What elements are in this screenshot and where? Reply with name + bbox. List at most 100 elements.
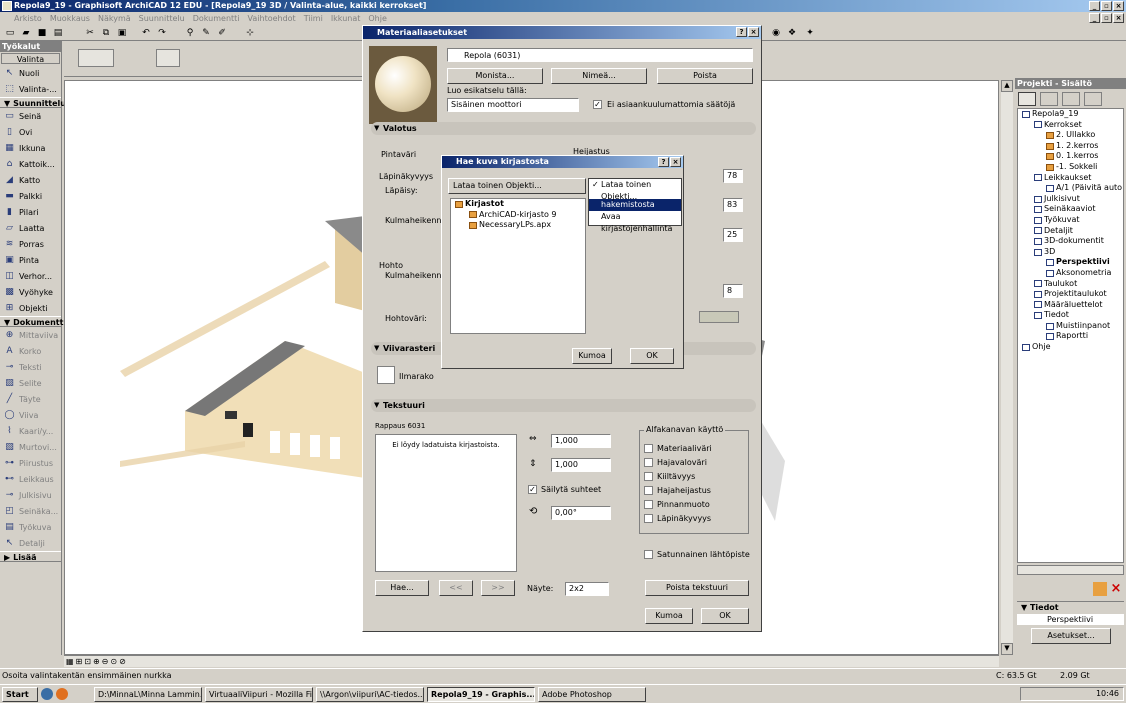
value-field-4[interactable]: 8 bbox=[723, 284, 743, 298]
tool-13[interactable]: ▩ Vyöhyke bbox=[0, 284, 61, 300]
tree-item[interactable]: 0. 1.kerros bbox=[1018, 151, 1123, 162]
zoom-toolbar[interactable]: ▦⊞⊡⊕⊖⊙⊘ bbox=[66, 657, 128, 666]
menu-ohje[interactable]: Ohje bbox=[368, 12, 387, 25]
tool-16[interactable]: A Korko bbox=[0, 343, 61, 359]
marquee-type-button[interactable] bbox=[78, 49, 114, 67]
tree-item[interactable]: Leikkaukset bbox=[1018, 173, 1123, 184]
prev-button[interactable]: << bbox=[439, 580, 473, 596]
tool-18[interactable]: ▨ Selite bbox=[0, 375, 61, 391]
alpha-checkbox[interactable] bbox=[644, 457, 653, 467]
layout-book-icon[interactable] bbox=[1062, 92, 1080, 106]
material-name-field[interactable]: Repola (6031) bbox=[447, 48, 753, 62]
load-object-dropdown[interactable]: Lataa toinen Objekti... bbox=[448, 178, 586, 194]
paste-icon[interactable]: ▣ bbox=[116, 27, 128, 39]
menu-arkisto[interactable]: Arkisto bbox=[14, 12, 42, 25]
tool-9[interactable]: ▱ Laatta bbox=[0, 220, 61, 236]
tree-item[interactable]: Määräluettelot bbox=[1018, 300, 1123, 311]
print-icon[interactable]: ▤ bbox=[52, 27, 64, 39]
taskbar-item[interactable]: \\Argon\viipuri\AC-tiedos... bbox=[316, 686, 424, 702]
texture-section[interactable]: Tekstuuri bbox=[371, 399, 756, 412]
tree-item[interactable]: Tiedot bbox=[1018, 310, 1123, 321]
random-start-checkbox[interactable] bbox=[644, 550, 653, 559]
duplicate-button[interactable]: Monista... bbox=[447, 68, 543, 84]
load-menu-item[interactable]: hakemistosta bbox=[589, 199, 681, 211]
tool-19[interactable]: ╱ Täyte bbox=[0, 391, 61, 407]
menu-dokumentti[interactable]: Dokumentti bbox=[193, 12, 240, 25]
tree-item[interactable]: Kerrokset bbox=[1018, 120, 1123, 131]
tree-item[interactable]: Raportti bbox=[1018, 331, 1123, 342]
tool-7[interactable]: ▬ Palkki bbox=[0, 188, 61, 204]
tool-28[interactable]: ↖ Detalji bbox=[0, 535, 61, 551]
tool-5[interactable]: ⌂ Kattoik... bbox=[0, 156, 61, 172]
taskbar-item[interactable]: D:\MinnaL\Minna Lammin... bbox=[94, 686, 202, 702]
library-tree-item[interactable]: ArchiCAD-kirjasto 9 bbox=[451, 210, 585, 221]
alpha-option[interactable]: Kiiltävyys bbox=[644, 469, 748, 483]
library-help-button[interactable]: ? bbox=[658, 157, 669, 167]
tree-item[interactable]: Julkisivut bbox=[1018, 194, 1123, 205]
start-button[interactable]: Start bbox=[2, 686, 38, 702]
tool-17[interactable]: ⊸ Teksti bbox=[0, 359, 61, 375]
tool-27[interactable]: ▤ Työkuva bbox=[0, 519, 61, 535]
alpha-option[interactable]: Läpinäkyvyys bbox=[644, 511, 748, 525]
rename-button[interactable]: Nimeä... bbox=[551, 68, 647, 84]
ignore-checkbox[interactable]: ✓ bbox=[593, 100, 602, 109]
tree-item[interactable]: Seinäkaaviot bbox=[1018, 204, 1123, 215]
tree-item[interactable]: Repola9_19 bbox=[1018, 109, 1123, 120]
hatch-swatch[interactable] bbox=[377, 366, 395, 384]
menu-suunnittelu[interactable]: Suunnittelu bbox=[139, 12, 185, 25]
alpha-option[interactable]: Materiaaliväri bbox=[644, 441, 748, 455]
tree-item[interactable]: Aksonometria bbox=[1018, 268, 1123, 279]
tool-22[interactable]: ▧ Murtovi... bbox=[0, 439, 61, 455]
tool-4[interactable]: ▦ Ikkuna bbox=[0, 140, 61, 156]
taskbar-item[interactable]: Repola9_19 - Graphis... bbox=[427, 686, 535, 702]
library-ok-button[interactable]: OK bbox=[630, 348, 674, 364]
walk-icon[interactable]: ✦ bbox=[804, 27, 816, 39]
alpha-checkbox[interactable] bbox=[644, 443, 653, 453]
tree-item[interactable]: Detaljit bbox=[1018, 226, 1123, 237]
settings-button[interactable]: Asetukset... bbox=[1031, 628, 1111, 644]
tool-12[interactable]: ◫ Verhor... bbox=[0, 268, 61, 284]
tree-item[interactable]: Ohje bbox=[1018, 342, 1123, 353]
menu-vaihtoehdot[interactable]: Vaihtoehdot bbox=[248, 12, 296, 25]
dialog-close-button[interactable]: × bbox=[748, 27, 759, 37]
inject-icon[interactable]: ✐ bbox=[216, 27, 228, 39]
texture-width-field[interactable]: 1,000 bbox=[551, 434, 611, 448]
alpha-option[interactable]: Hajaheijastus bbox=[644, 483, 748, 497]
pick-icon[interactable]: ✎ bbox=[200, 27, 212, 39]
doc-restore-button[interactable]: ▫ bbox=[1101, 13, 1112, 23]
cancel-button[interactable]: Kumoa bbox=[645, 608, 693, 624]
taskbar-item[interactable]: Adobe Photoshop bbox=[538, 686, 646, 702]
scroll-down-button[interactable]: ▼ bbox=[1001, 643, 1013, 655]
tree-item[interactable]: Perspektiivi bbox=[1018, 257, 1123, 268]
tool-3[interactable]: ▯ Ovi bbox=[0, 124, 61, 140]
save-icon[interactable]: ■ bbox=[36, 27, 48, 39]
close-button[interactable]: × bbox=[1113, 1, 1124, 11]
menu-ikkunat[interactable]: Ikkunat bbox=[331, 12, 361, 25]
find-icon[interactable]: ⚲ bbox=[184, 27, 196, 39]
tool-10[interactable]: ≋ Porras bbox=[0, 236, 61, 252]
tool-8[interactable]: ▮ Pilari bbox=[0, 204, 61, 220]
tool-11[interactable]: ▣ Pinta bbox=[0, 252, 61, 268]
new-folder-icon[interactable] bbox=[1093, 582, 1107, 596]
navigator-icon[interactable]: ❖ bbox=[786, 27, 798, 39]
tree-item[interactable]: -1. Sokkeli bbox=[1018, 162, 1123, 173]
lighting-section[interactable]: Valotus bbox=[371, 122, 756, 135]
tree-item[interactable]: Projektitaulukot bbox=[1018, 289, 1123, 300]
snap-icon[interactable]: ⊹ bbox=[244, 27, 256, 39]
value-field-3[interactable]: 25 bbox=[723, 228, 743, 242]
tree-item[interactable]: 3D-dokumentit bbox=[1018, 236, 1123, 247]
tree-item[interactable]: Muistiinpanot bbox=[1018, 321, 1123, 332]
tree-item[interactable]: Taulukot bbox=[1018, 279, 1123, 290]
library-tree-item[interactable]: Kirjastot bbox=[451, 199, 585, 210]
scroll-up-button[interactable]: ▲ bbox=[1001, 80, 1013, 92]
alpha-option[interactable]: Pinnanmuoto bbox=[644, 497, 748, 511]
menu-muokkaus[interactable]: Muokkaus bbox=[50, 12, 90, 25]
keep-ratio-checkbox[interactable]: ✓ bbox=[528, 485, 537, 494]
tool-15[interactable]: ⊕ Mittaviiva bbox=[0, 327, 61, 343]
undo-icon[interactable]: ↶ bbox=[140, 27, 152, 39]
tool-6[interactable]: ◢ Katto bbox=[0, 172, 61, 188]
help-button[interactable]: ? bbox=[736, 27, 747, 37]
copy-icon[interactable]: ⧉ bbox=[100, 27, 112, 39]
library-cancel-button[interactable]: Kumoa bbox=[572, 348, 612, 364]
glow-color-swatch[interactable] bbox=[699, 311, 739, 323]
